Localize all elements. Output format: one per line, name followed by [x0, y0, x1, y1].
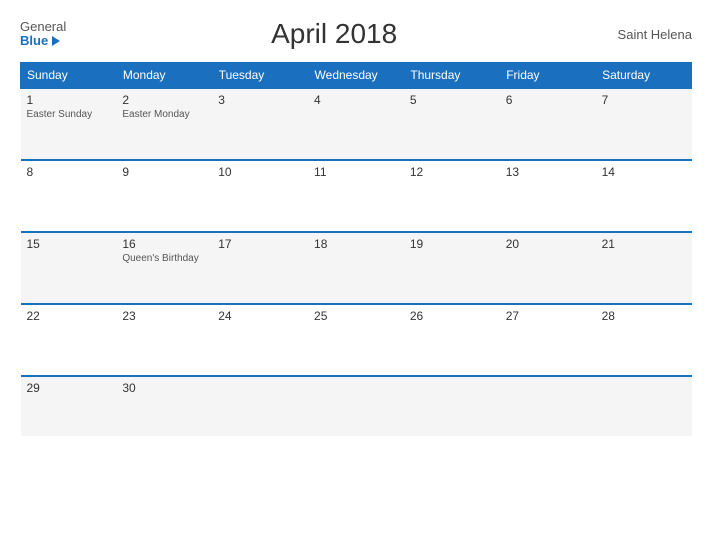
day-number: 29 [27, 381, 111, 395]
table-row: 20 [500, 232, 596, 304]
table-row: 26 [404, 304, 500, 376]
table-row: 21 [596, 232, 692, 304]
table-row [212, 376, 308, 436]
calendar-title: April 2018 [66, 18, 602, 50]
col-saturday: Saturday [596, 63, 692, 89]
day-number: 26 [410, 309, 494, 323]
table-row: 11 [308, 160, 404, 232]
col-sunday: Sunday [21, 63, 117, 89]
table-row [404, 376, 500, 436]
holiday-label: Easter Monday [122, 109, 206, 120]
table-row: 16 Queen's Birthday [116, 232, 212, 304]
table-row: 13 [500, 160, 596, 232]
logo-triangle-icon [52, 36, 60, 46]
header: General Blue April 2018 Saint Helena [20, 18, 692, 50]
table-row [596, 376, 692, 436]
table-row [500, 376, 596, 436]
table-row: 12 [404, 160, 500, 232]
day-number: 1 [27, 93, 111, 107]
day-number: 9 [122, 165, 206, 179]
col-thursday: Thursday [404, 63, 500, 89]
table-row: 17 [212, 232, 308, 304]
table-row: 14 [596, 160, 692, 232]
day-number: 22 [27, 309, 111, 323]
day-number: 17 [218, 237, 302, 251]
day-number: 27 [506, 309, 590, 323]
day-number: 11 [314, 165, 398, 179]
table-row: 10 [212, 160, 308, 232]
col-friday: Friday [500, 63, 596, 89]
day-number: 25 [314, 309, 398, 323]
table-row: 5 [404, 88, 500, 160]
table-row: 2 Easter Monday [116, 88, 212, 160]
day-number: 8 [27, 165, 111, 179]
day-number: 23 [122, 309, 206, 323]
table-row: 24 [212, 304, 308, 376]
day-number: 15 [27, 237, 111, 251]
col-tuesday: Tuesday [212, 63, 308, 89]
table-row: 15 [21, 232, 117, 304]
calendar-page: General Blue April 2018 Saint Helena Sun… [0, 0, 712, 550]
table-row: 29 [21, 376, 117, 436]
day-number: 7 [602, 93, 686, 107]
table-row: 1 Easter Sunday [21, 88, 117, 160]
holiday-label: Queen's Birthday [122, 253, 206, 264]
logo-general-text: General [20, 20, 66, 34]
table-row: 4 [308, 88, 404, 160]
table-row: 30 [116, 376, 212, 436]
day-number: 12 [410, 165, 494, 179]
day-number: 28 [602, 309, 686, 323]
day-number: 13 [506, 165, 590, 179]
table-row: 27 [500, 304, 596, 376]
day-number: 4 [314, 93, 398, 107]
table-row: 7 [596, 88, 692, 160]
day-number: 14 [602, 165, 686, 179]
logo: General Blue [20, 20, 66, 49]
holiday-label: Easter Sunday [27, 109, 111, 120]
calendar-header-row: Sunday Monday Tuesday Wednesday Thursday… [21, 63, 692, 89]
day-number: 10 [218, 165, 302, 179]
day-number: 20 [506, 237, 590, 251]
logo-blue-text: Blue [20, 34, 66, 48]
day-number: 5 [410, 93, 494, 107]
table-row: 22 [21, 304, 117, 376]
day-number: 18 [314, 237, 398, 251]
col-monday: Monday [116, 63, 212, 89]
day-number: 16 [122, 237, 206, 251]
region-label: Saint Helena [602, 27, 692, 42]
col-wednesday: Wednesday [308, 63, 404, 89]
day-number: 21 [602, 237, 686, 251]
table-row: 23 [116, 304, 212, 376]
table-row: 8 [21, 160, 117, 232]
table-row [308, 376, 404, 436]
table-row: 6 [500, 88, 596, 160]
table-row: 9 [116, 160, 212, 232]
table-row: 18 [308, 232, 404, 304]
day-number: 6 [506, 93, 590, 107]
calendar-table: Sunday Monday Tuesday Wednesday Thursday… [20, 62, 692, 436]
table-row: 19 [404, 232, 500, 304]
day-number: 30 [122, 381, 206, 395]
day-number: 2 [122, 93, 206, 107]
day-number: 24 [218, 309, 302, 323]
table-row: 3 [212, 88, 308, 160]
day-number: 19 [410, 237, 494, 251]
table-row: 28 [596, 304, 692, 376]
table-row: 25 [308, 304, 404, 376]
day-number: 3 [218, 93, 302, 107]
